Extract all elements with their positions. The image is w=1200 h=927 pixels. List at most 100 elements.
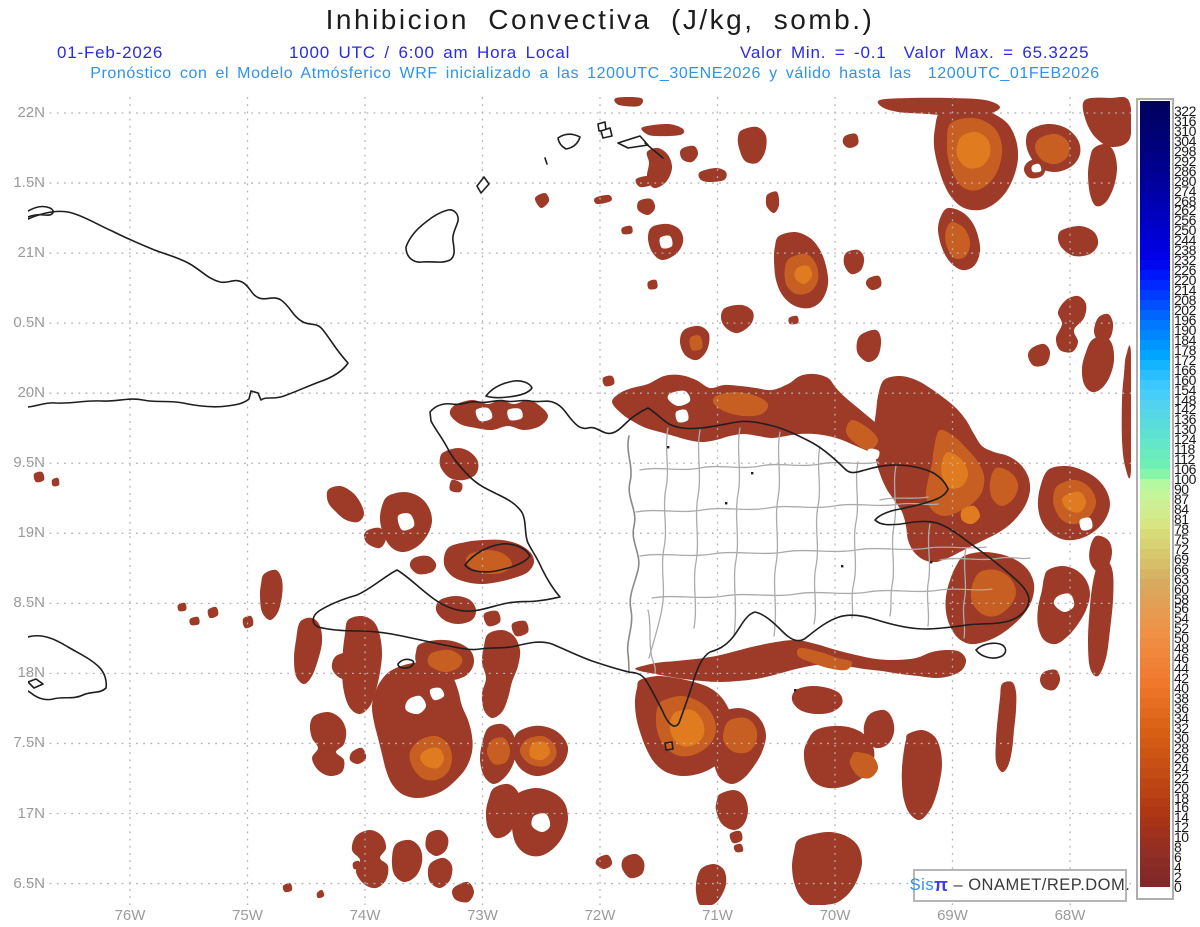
colorbar-cell [1140,717,1170,729]
cin-shade-region [1058,225,1099,257]
colorbar-cell [1140,737,1170,749]
colorbar-cell [1140,409,1170,420]
cin-shade-region [865,275,882,291]
colorbar-cell [1140,240,1170,251]
cin-shade-region [602,375,615,387]
colorbar-cell [1140,469,1170,480]
colorbar-cell [1140,439,1170,450]
lon-tick-label: 73W [467,907,498,924]
colorbar-cell [1140,110,1170,122]
colorbar-cell [1140,767,1170,779]
cin-shade-region [698,168,727,183]
colorbar-cell [1140,618,1170,629]
cin-shade-region [1088,143,1117,207]
colorbar-cell [1140,807,1170,818]
cin-shade-region [207,606,219,619]
cin-shade-region [595,854,613,869]
lon-tick-label: 76W [114,907,146,924]
lat-tick-label: 20N [17,384,45,402]
cin-shade-region [391,839,423,883]
colorbar-cell [1140,339,1170,351]
cin-shade-region [177,602,187,612]
cin-shade-region [189,616,200,626]
cin-shade-region [316,889,325,899]
colorbar-cell [1140,668,1170,679]
cin-shade-region [51,477,60,487]
lat-tick-label: 19N [17,524,45,542]
forecast-model-line: Pronóstico con el Modelo Atmósferico WRF… [90,65,1100,82]
cin-shade-region [352,860,361,870]
colorbar-cell [1140,887,1170,898]
colorbar-cell [1140,369,1170,381]
colorbar-cell [1140,757,1170,769]
lat-tick-label: 18N [17,664,45,682]
colorbar-cell [1140,528,1170,540]
colorbar-cell [1140,359,1170,371]
colorbar-cell [1140,419,1170,430]
valid-date: 01-Feb-2026 [57,43,164,62]
lat-tick-label: 0.5N [13,314,45,332]
attribution-org: ONAMET/REP.DOM. [968,876,1131,894]
colorbar-cell [1140,309,1170,321]
cin-shade-region [635,639,967,682]
cin-shading-layer [33,97,1131,905]
cin-shade-region [282,882,293,893]
sistt-logo-text: Sis [909,876,935,894]
cin-shade-region [680,145,699,163]
colorbar-cell [1140,817,1170,828]
cin-shade-region [715,789,748,830]
colorbar-cell [1140,538,1170,550]
lat-tick-label: 7.5N [13,734,45,752]
attribution-box: Sis π – ONAMET/REP.DOM. [909,869,1131,902]
valid-time: 1000 UTC / 6:00 am Hora Local [289,43,571,62]
cin-shade-region [729,830,743,844]
cin-shade-region [843,249,865,275]
cin-shade-region [614,97,644,107]
small-cay-tick [544,157,548,165]
cin-shade-region [425,829,449,857]
lat-tick-label: 8.5N [13,594,45,612]
lon-tick-label: 71W [702,907,733,924]
cin-shade-region [637,198,656,216]
colorbar-cell [1140,180,1170,192]
cin-shade-region [1040,669,1061,691]
cin-shade-region [449,399,548,431]
colorbar-cell [1140,638,1170,649]
cin-shade-region [720,304,754,334]
cin-shade-region [409,555,437,575]
colorbar-tick-label: 0 [1174,879,1182,896]
great-inagua-island [405,209,459,263]
colorbar-cell [1140,658,1170,669]
cin-shade-region [309,711,347,777]
colorbar-cell [1140,508,1170,520]
cin-shade-region [733,843,744,853]
lat-tick-label: 17N [17,804,45,822]
colorbar-cell [1140,518,1170,530]
lat-tick-label: 22N [17,104,45,121]
cin-shade-region [647,279,658,290]
colorbar-cell [1140,827,1170,838]
cin-shade-region [242,615,254,629]
cin-shade-region [483,610,501,627]
colorbar-cell [1140,130,1170,142]
cin-shade-region [259,569,283,620]
colorbar-cell [1140,588,1170,600]
cin-shade-region [621,225,633,235]
colorbar-cell [1140,280,1170,291]
colorbar-cell [1140,877,1170,888]
colorbar-cell [1140,628,1170,639]
cin-shade-region [765,191,780,214]
cin-shade-region [842,133,859,149]
colorbar-cell [1140,160,1170,172]
cin-shade-region [326,485,365,523]
colorbar-cell [1140,727,1170,739]
cin-shade-region [689,335,703,351]
cin-shade-region [349,747,367,765]
lon-tick-label: 72W [584,907,616,924]
attribution-separator: – [953,876,969,894]
colorbar-cell [1140,707,1170,719]
colorbar-cell [1140,210,1170,221]
cin-shade-region [511,620,529,637]
cin-shade-region [452,881,474,903]
cin-shade-hole [675,409,689,423]
